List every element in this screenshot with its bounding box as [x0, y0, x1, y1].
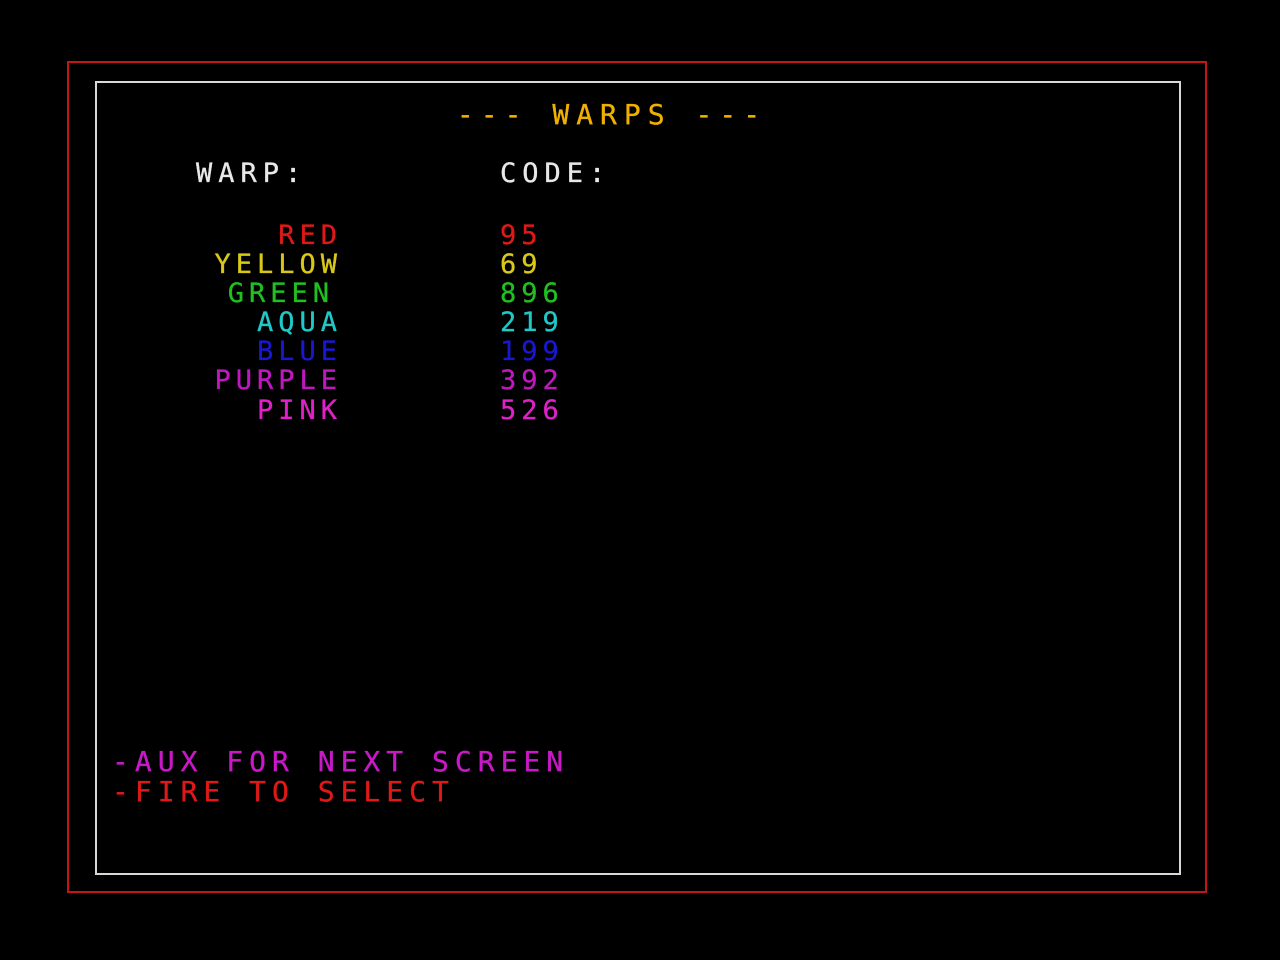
- warp-name-green[interactable]: GREEN: [134, 280, 334, 307]
- fire-to-select-hint: -FIRE TO SELECT: [112, 775, 455, 808]
- aux-next-screen-hint: -AUX FOR NEXT SCREEN: [112, 745, 570, 778]
- warp-name-blue[interactable]: BLUE: [142, 338, 342, 365]
- warp-name-pink[interactable]: PINK: [142, 397, 342, 424]
- warp-code-green: 896: [500, 278, 564, 309]
- warp-code-blue: 199: [500, 336, 564, 367]
- title-text: WARPS: [552, 98, 672, 131]
- warp-code-red: 95: [500, 220, 543, 251]
- title-dashes-right: ---: [695, 98, 768, 131]
- warp-column-header: WARP:: [196, 158, 308, 189]
- warp-code-purple: 392: [500, 365, 564, 396]
- warp-name-aqua[interactable]: AQUA: [142, 309, 342, 336]
- code-column-header: CODE:: [500, 158, 612, 189]
- title-dashes-left: ---: [456, 98, 529, 131]
- warp-name-yellow[interactable]: YELLOW: [142, 251, 342, 278]
- warp-code-aqua: 219: [500, 307, 564, 338]
- warp-code-pink: 526: [500, 395, 564, 426]
- warp-name-red[interactable]: RED: [142, 222, 342, 249]
- screen-title: --- WARPS ---: [432, 98, 792, 131]
- warp-name-purple[interactable]: PURPLE: [142, 367, 342, 394]
- warp-code-yellow: 69: [500, 249, 543, 280]
